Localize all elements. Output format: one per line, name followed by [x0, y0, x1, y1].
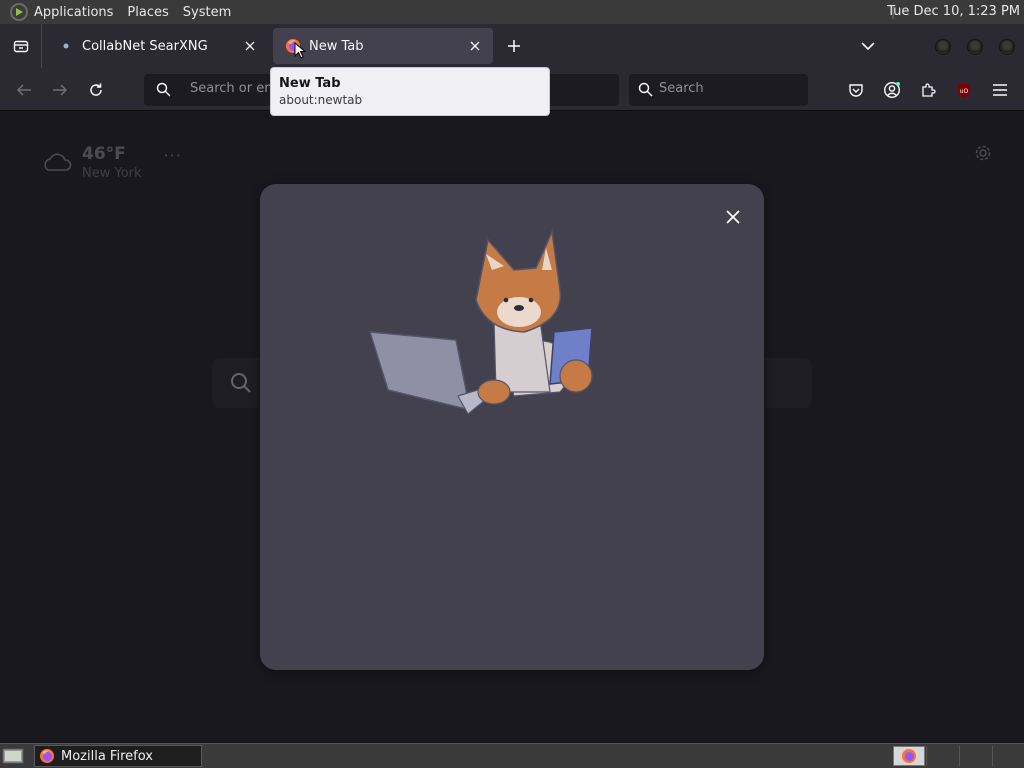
- chevron-down-icon: [861, 42, 875, 51]
- workspace-3[interactable]: [959, 746, 991, 766]
- arrow-left-icon: [16, 84, 31, 96]
- search-bar-placeholder: Search: [659, 81, 704, 96]
- tab-bar: CollabNet SearXNG New Tab: [0, 24, 1024, 68]
- plus-icon: [508, 40, 520, 52]
- pocket-button[interactable]: [843, 77, 869, 103]
- system-menu[interactable]: System: [183, 5, 231, 20]
- tab-tooltip: New Tab about:newtab: [270, 67, 550, 116]
- pocket-icon: [849, 84, 863, 97]
- bottom-panel: Mozilla Firefox: [0, 743, 1024, 768]
- new-tab-page: 46°F New York ···: [0, 112, 1024, 743]
- close-modal-button[interactable]: [722, 206, 744, 228]
- ublock-origin-button[interactable]: uO: [951, 77, 977, 103]
- mouse-pointer-icon: [294, 42, 306, 59]
- workspace-4[interactable]: [992, 746, 1024, 766]
- taskbar-window-title: Mozilla Firefox: [61, 748, 153, 764]
- new-tab-button[interactable]: [502, 34, 526, 58]
- app-menu-button[interactable]: [987, 77, 1013, 103]
- svg-text:uO: uO: [960, 88, 969, 95]
- taskbar-window-button[interactable]: Mozilla Firefox: [34, 745, 202, 767]
- workspace-2[interactable]: [926, 746, 958, 766]
- maximize-window-button[interactable]: [967, 39, 983, 55]
- applications-menu[interactable]: Applications: [34, 5, 113, 20]
- clock[interactable]: Tue Dec 10, 1:23 PM: [887, 0, 1020, 24]
- arrow-right-icon: [53, 84, 68, 96]
- close-window-button[interactable]: [999, 39, 1015, 55]
- puzzle-icon: [922, 83, 936, 97]
- firefox-view-button[interactable]: [0, 24, 42, 68]
- firefox-view-icon: [13, 40, 28, 53]
- account-button[interactable]: [879, 77, 905, 103]
- search-icon: [156, 82, 171, 101]
- search-bar[interactable]: Search: [629, 74, 808, 106]
- minimize-window-button[interactable]: [935, 39, 951, 55]
- account-icon: [883, 81, 901, 99]
- extensions-button[interactable]: [915, 77, 941, 103]
- tab-collabnet-searxng[interactable]: CollabNet SearXNG: [46, 28, 268, 64]
- back-button[interactable]: [11, 77, 37, 103]
- firefox-icon: [39, 748, 55, 764]
- firefox-icon: [902, 749, 916, 763]
- list-all-tabs-button[interactable]: [856, 34, 880, 58]
- tab-label: CollabNet SearXNG: [82, 38, 208, 54]
- tab-label: New Tab: [309, 38, 364, 54]
- close-tab-icon[interactable]: [467, 38, 483, 54]
- ublock-shield-icon: uO: [958, 82, 970, 98]
- reload-icon: [90, 83, 102, 96]
- tooltip-title: New Tab: [279, 76, 341, 91]
- dot-favicon-icon: [58, 38, 74, 54]
- places-menu[interactable]: Places: [127, 5, 168, 20]
- search-icon: [638, 82, 653, 101]
- fox-with-laptop-illustration: [368, 229, 593, 415]
- forward-button[interactable]: [47, 77, 73, 103]
- applications-logo-icon[interactable]: [10, 3, 28, 21]
- show-desktop-icon[interactable]: [2, 747, 24, 765]
- onboarding-modal: [260, 184, 764, 670]
- tooltip-url: about:newtab: [279, 93, 363, 107]
- hamburger-menu-icon: [993, 84, 1007, 96]
- close-icon: [726, 210, 740, 224]
- close-tab-icon[interactable]: [242, 38, 258, 54]
- top-panel: Applications Places System Tue Dec 10, 1…: [0, 0, 1024, 24]
- tab-new-tab[interactable]: New Tab: [273, 28, 493, 64]
- workspace-1[interactable]: [893, 746, 925, 766]
- reload-button[interactable]: [83, 77, 109, 103]
